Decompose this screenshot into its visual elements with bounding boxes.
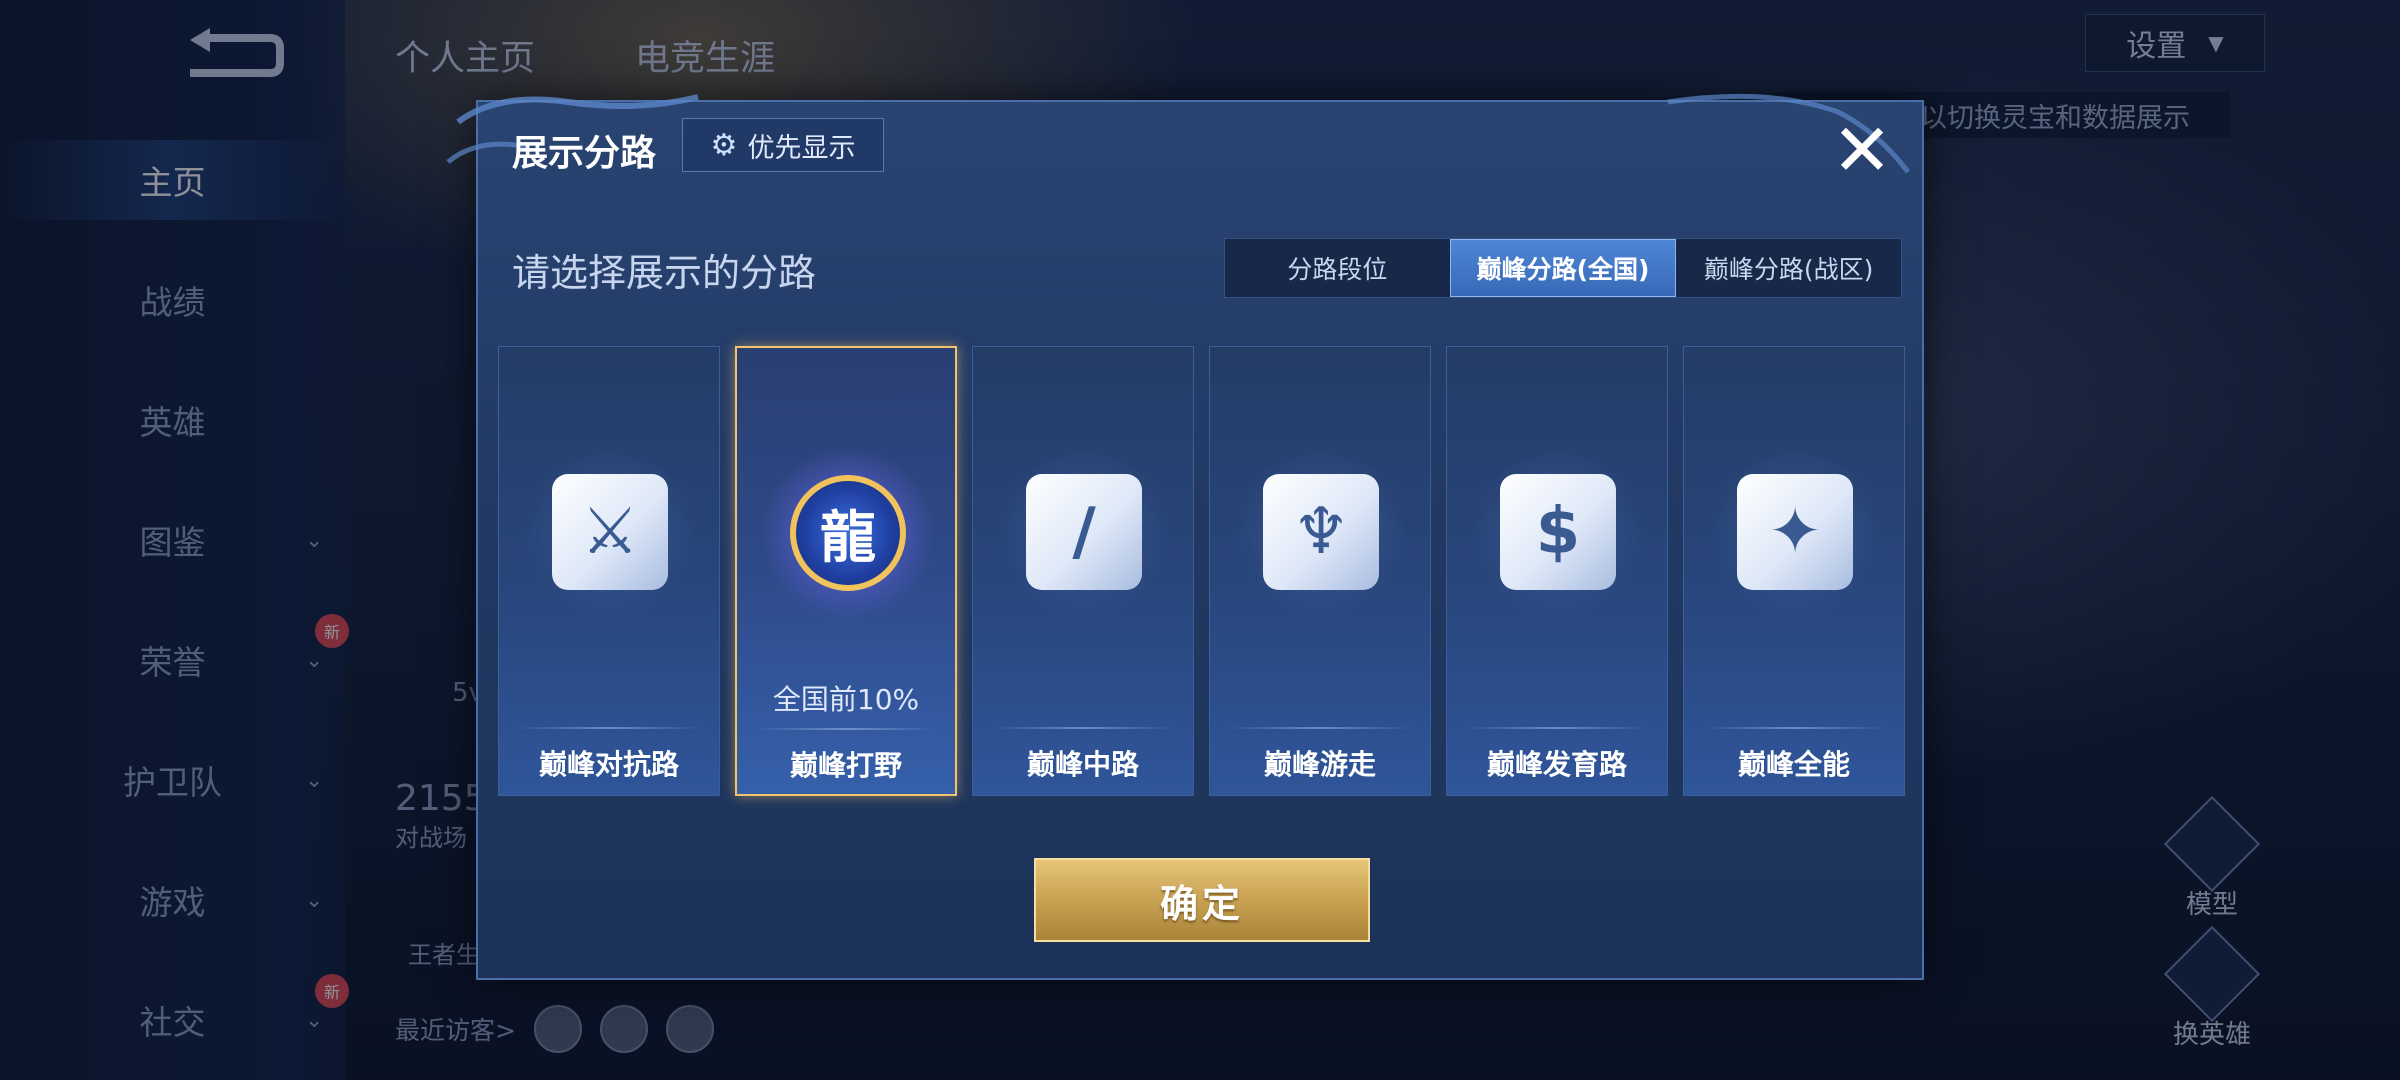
dragon-emblem-icon: 龍: [790, 475, 906, 591]
divider: [1465, 727, 1649, 729]
divider: [517, 727, 701, 729]
divider: [991, 727, 1175, 729]
card-all-round[interactable]: ✦ 巅峰全能: [1683, 346, 1905, 796]
card-roam[interactable]: ♆ 巅峰游走: [1209, 346, 1431, 796]
dialog-title: 展示分路: [512, 133, 657, 174]
emblem-glyph: 龍: [820, 505, 876, 571]
emblem-glow: ⚔: [525, 447, 695, 617]
emblem-glyph: ⚔: [581, 495, 639, 569]
emblem-glyph: $: [1535, 495, 1581, 569]
close-button[interactable]: ✕: [1822, 108, 1902, 192]
bow-icon: $: [1500, 474, 1616, 590]
divider: [755, 728, 937, 730]
card-label: 巅峰中路: [1026, 748, 1139, 781]
gear-icon: ⚙: [710, 127, 738, 163]
divider: [1228, 727, 1412, 729]
rank-text: 全国前10%: [772, 683, 920, 716]
card-label: 巅峰对抗路: [538, 748, 679, 781]
confirm-label: 确定: [1159, 881, 1244, 926]
card-label: 巅峰游走: [1263, 748, 1376, 781]
emblem-glow: ♆: [1236, 447, 1406, 617]
card-bot-lane[interactable]: $ 巅峰发育路: [1446, 346, 1668, 796]
ornament-decoration: [446, 93, 1910, 174]
priority-display-button[interactable]: ⚙ 优先显示: [682, 118, 884, 172]
emblem-glyph: ♆: [1292, 495, 1350, 569]
tab-peak-lane-national[interactable]: 巅峰分路(全国): [1449, 239, 1677, 297]
tab-lane-rank[interactable]: 分路段位: [1225, 239, 1450, 297]
card-jungle[interactable]: 龍全国前10% 巅峰打野: [735, 346, 957, 796]
emblem-glow: ∕: [999, 447, 1169, 617]
diamond-icon: ✦: [1737, 474, 1853, 590]
staff-icon: ∕: [1026, 474, 1142, 590]
card-top-lane[interactable]: ⚔ 巅峰对抗路: [498, 346, 720, 796]
lane-display-dialog: 展示分路 ⚙ 优先显示 ✕ 请选择展示的分路 分路段位 巅峰分路(全国) 巅峰分路(…: [446, 93, 1924, 980]
select-lane-prompt: 请选择展示的分路: [512, 251, 817, 295]
close-icon: ✕: [1831, 108, 1893, 192]
wings-icon: ♆: [1263, 474, 1379, 590]
card-label: 巅峰打野: [789, 749, 902, 782]
emblem-glyph: ∕: [1072, 495, 1096, 569]
sword-icon: ⚔: [552, 474, 668, 590]
priority-display-label: 优先显示: [747, 132, 856, 164]
card-mid-lane[interactable]: ∕ 巅峰中路: [972, 346, 1194, 796]
emblem-glow: ✦: [1710, 447, 1880, 617]
lane-type-tabs: 分路段位 巅峰分路(全国) 巅峰分路(战区): [1224, 238, 1902, 298]
tab-peak-lane-region[interactable]: 巅峰分路(战区): [1676, 239, 1901, 297]
emblem-glow: $: [1473, 447, 1643, 617]
divider: [1702, 727, 1886, 729]
confirm-button[interactable]: 确定: [1034, 858, 1370, 942]
emblem-glyph: ✦: [1768, 495, 1822, 569]
emblem-glow: 龍: [763, 448, 933, 618]
card-label: 巅峰全能: [1737, 748, 1850, 781]
lane-cards: ⚔ 巅峰对抗路 龍全国前10% 巅峰打野 ∕ 巅峰中路 ♆ 巅峰游走 $ 巅峰发育路 ✦ 巅峰全能: [498, 346, 1908, 796]
card-label: 巅峰发育路: [1486, 748, 1627, 781]
